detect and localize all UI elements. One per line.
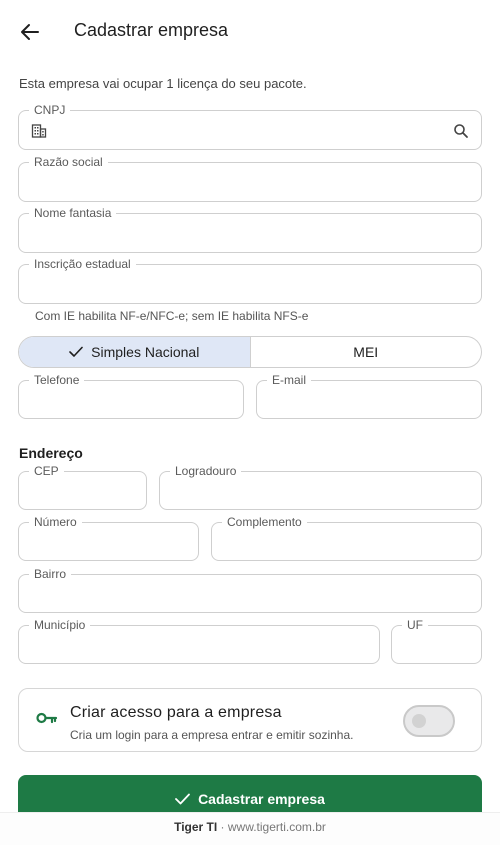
numero-label: Número (29, 514, 82, 530)
nome-fantasia-field[interactable]: Nome fantasia (18, 205, 482, 253)
submit-button-label: Cadastrar empresa (198, 791, 325, 807)
logradouro-input[interactable] (174, 480, 467, 502)
razao-social-label: Razão social (29, 154, 108, 170)
cep-input[interactable] (33, 480, 132, 502)
municipio-field[interactable]: Município (18, 617, 380, 664)
uf-field[interactable]: UF (391, 617, 482, 664)
check-icon (69, 346, 83, 358)
footer: Tiger TI · www.tigerti.com.br (0, 812, 500, 845)
bairro-label: Bairro (29, 566, 72, 582)
inscricao-estadual-field[interactable]: Inscrição estadual (18, 256, 482, 304)
key-icon (36, 711, 58, 730)
regime-option-label: MEI (353, 344, 379, 360)
inscricao-estadual-input[interactable] (33, 273, 467, 295)
arrow-left-icon (21, 24, 39, 40)
complemento-field[interactable]: Complemento (211, 514, 482, 561)
create-access-subtitle: Cria um login para a empresa entrar e em… (70, 728, 354, 742)
razao-social-field[interactable]: Razão social (18, 154, 482, 202)
create-access-card: Criar acesso para a empresa Cria um logi… (18, 688, 482, 752)
telefone-input[interactable] (33, 389, 229, 411)
telefone-label: Telefone (29, 372, 85, 388)
license-info: Esta empresa vai ocupar 1 licença do seu… (19, 76, 307, 91)
page-title: Cadastrar empresa (74, 20, 229, 40)
cnpj-input[interactable] (57, 119, 441, 141)
nome-fantasia-label: Nome fantasia (29, 205, 117, 221)
regime-option-mei[interactable]: MEI (251, 337, 482, 367)
complemento-input[interactable] (226, 531, 467, 553)
back-button[interactable] (16, 18, 44, 46)
building-icon (31, 123, 47, 144)
create-access-title: Criar acesso para a empresa (70, 704, 282, 721)
search-icon[interactable] (453, 123, 469, 144)
numero-field[interactable]: Número (18, 514, 199, 561)
check-icon (175, 793, 190, 805)
email-input[interactable] (271, 389, 467, 411)
regime-option-simples[interactable]: Simples Nacional (19, 337, 251, 367)
toggle-knob (412, 714, 426, 728)
inscricao-estadual-label: Inscrição estadual (29, 256, 136, 272)
email-field[interactable]: E-mail (256, 372, 482, 419)
ie-helper-text: Com IE habilita NF-e/NFC-e; sem IE habil… (35, 309, 309, 323)
complemento-label: Complemento (222, 514, 307, 530)
logradouro-field[interactable]: Logradouro (159, 463, 482, 510)
bairro-input[interactable] (33, 583, 467, 605)
bairro-field[interactable]: Bairro (18, 566, 482, 613)
app-bar: Cadastrar empresa (0, 0, 500, 62)
nome-fantasia-input[interactable] (33, 222, 467, 244)
footer-separator: · (220, 820, 225, 834)
footer-credit: Tiger TI · www.tigerti.com.br (0, 820, 500, 834)
cep-label: CEP (29, 463, 64, 479)
logradouro-label: Logradouro (170, 463, 242, 479)
regime-selector: Simples Nacional MEI (18, 336, 482, 368)
numero-input[interactable] (33, 531, 184, 553)
cep-field[interactable]: CEP (18, 463, 147, 510)
create-access-toggle[interactable] (403, 705, 455, 737)
footer-site[interactable]: www.tigerti.com.br (228, 820, 326, 834)
uf-label: UF (402, 617, 428, 633)
address-section-title: Endereço (19, 445, 83, 461)
telefone-field[interactable]: Telefone (18, 372, 244, 419)
cnpj-field[interactable]: CNPJ (18, 102, 482, 150)
regime-option-label: Simples Nacional (91, 344, 200, 360)
cnpj-label: CNPJ (29, 102, 71, 118)
municipio-label: Município (29, 617, 91, 633)
footer-brand: Tiger TI (174, 820, 218, 834)
uf-input[interactable] (406, 634, 467, 656)
email-label: E-mail (267, 372, 312, 388)
municipio-input[interactable] (33, 634, 365, 656)
razao-social-input[interactable] (33, 171, 467, 193)
